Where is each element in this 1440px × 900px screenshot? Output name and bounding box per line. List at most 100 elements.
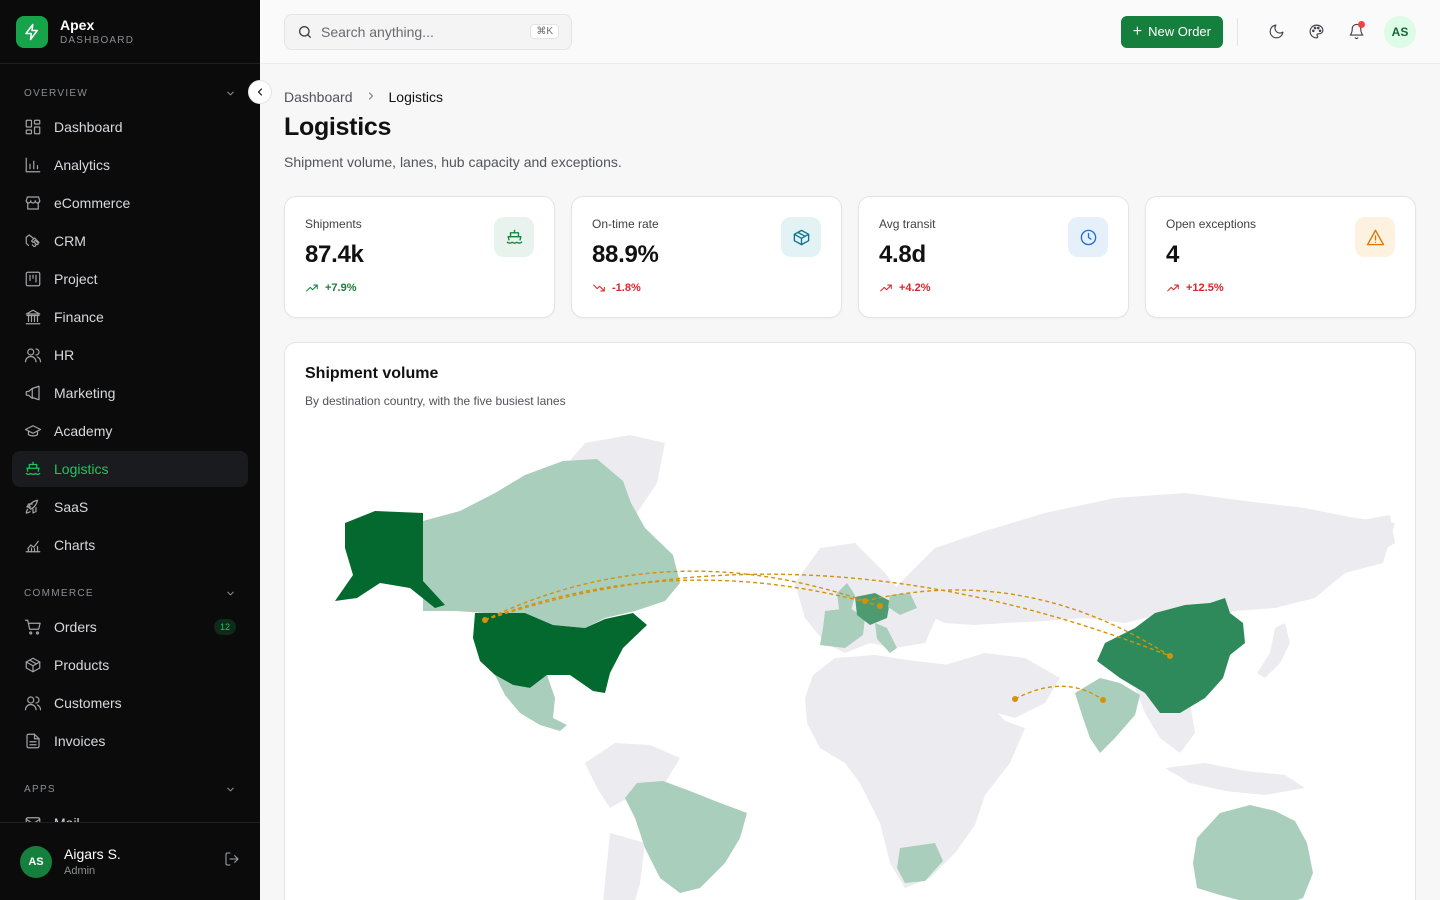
sidebar-item-project[interactable]: Project <box>12 261 248 297</box>
sidebar-item-label: Dashboard <box>54 119 123 135</box>
notification-dot <box>1358 20 1365 28</box>
sidebar-item-invoices[interactable]: Invoices <box>12 723 248 759</box>
sidebar-item-mail[interactable]: Mail <box>12 805 248 822</box>
sidebar-item-label: Logistics <box>54 461 109 477</box>
sidebar-item-label: Finance <box>54 309 104 325</box>
sidebar-section-commerce[interactable]: COMMERCE <box>12 583 248 603</box>
ship-icon <box>25 461 41 475</box>
header-avatar[interactable]: AS <box>1384 15 1416 48</box>
main-content: Dashboard Logistics Logistics Shipment v… <box>284 64 1416 900</box>
trend-up-icon <box>880 284 892 292</box>
sidebar-item-analytics[interactable]: Analytics <box>12 147 248 183</box>
palette-icon <box>1309 24 1323 39</box>
logout-icon[interactable] <box>224 851 240 872</box>
graduation-cap-icon <box>24 425 42 437</box>
user-profile[interactable]: AS Aigars S. Admin <box>0 822 260 900</box>
sidebar-item-logistics[interactable]: Logistics <box>12 451 248 487</box>
page-title: Logistics <box>284 113 392 141</box>
map-subtitle: By destination country, with the five bu… <box>305 394 566 408</box>
map-title: Shipment volume <box>305 365 439 382</box>
sidebar-item-products[interactable]: Products <box>12 647 248 683</box>
sidebar-item-hr[interactable]: HR <box>12 337 248 373</box>
notifications-button[interactable] <box>1340 16 1372 48</box>
theme-toggle-button[interactable] <box>1260 16 1292 48</box>
breadcrumb: Dashboard Logistics <box>284 89 1416 105</box>
collapse-sidebar-button[interactable] <box>248 80 272 104</box>
sidebar-section-apps[interactable]: APPS <box>12 779 248 799</box>
sidebar-item-academy[interactable]: Academy <box>12 413 248 449</box>
sidebar-item-customers[interactable]: Customers <box>12 685 248 721</box>
sidebar-item-finance[interactable]: Finance <box>12 299 248 335</box>
sidebar-item-label: HR <box>54 347 75 363</box>
kpi-row: Shipments 87.4k +7.9% On-time rate 88.9% -1.8… <box>284 196 1416 318</box>
top-bar: ⌘K + New Order AS <box>260 0 1440 64</box>
ship-icon <box>506 229 522 244</box>
bar-chart-icon <box>25 157 41 173</box>
kpi-delta: +12.5% <box>1166 281 1395 295</box>
sidebar-nav: OVERVIEW Dashboard Analytics eCommerce CRM Pr… <box>0 64 260 822</box>
hub-germany <box>862 598 868 604</box>
sidebar-item-label: Analytics <box>54 157 111 173</box>
chevron-left-icon <box>257 88 263 96</box>
breadcrumb-dashboard[interactable]: Dashboard <box>284 89 353 105</box>
search-box[interactable]: ⌘K <box>284 13 572 50</box>
new-order-button[interactable]: + New Order <box>1120 15 1223 48</box>
sidebar-item-label: eCommerce <box>54 195 131 211</box>
kpi-card-open-exceptions: Open exceptions 4 +12.5% <box>1145 196 1416 318</box>
kpi-delta-value: +12.5% <box>1186 282 1224 294</box>
chevron-down-icon <box>227 591 234 595</box>
chevron-right-icon <box>365 90 377 105</box>
divider <box>1237 17 1238 46</box>
chevron-down-icon <box>227 91 234 95</box>
kanban-icon <box>25 271 41 287</box>
users-icon <box>24 696 42 711</box>
sidebar-item-label: Charts <box>54 537 96 553</box>
country-india <box>1075 678 1140 753</box>
kpi-icon-badge <box>494 217 534 257</box>
brand[interactable]: Apex DASHBOARD <box>0 0 260 64</box>
trend-up-icon <box>306 284 318 292</box>
sidebar-item-label: Marketing <box>54 385 116 401</box>
users-icon <box>24 348 42 363</box>
country-south-africa <box>897 843 943 883</box>
kpi-delta: +7.9% <box>305 281 534 295</box>
sidebar-item-dashboard[interactable]: Dashboard <box>12 109 248 145</box>
bolt-icon <box>16 15 48 48</box>
trend-up-icon <box>1167 284 1179 292</box>
sidebar-section-overview[interactable]: OVERVIEW <box>12 83 248 103</box>
sidebar-item-orders[interactable]: Orders 12 <box>12 609 248 645</box>
south-america-south <box>603 833 645 900</box>
kpi-card-shipments: Shipments 87.4k +7.9% <box>284 196 555 318</box>
russia <box>895 493 1395 625</box>
sidebar-item-saas[interactable]: SaaS <box>12 489 248 525</box>
kpi-icon-badge <box>1068 217 1108 257</box>
sidebar-item-marketing[interactable]: Marketing <box>12 375 248 411</box>
search-shortcut: ⌘K <box>530 24 559 39</box>
section-title: COMMERCE <box>24 587 94 599</box>
kpi-delta: +4.2% <box>879 281 1108 295</box>
hub-uae <box>1012 696 1018 702</box>
search-icon <box>299 25 311 38</box>
sidebar-item-crm[interactable]: CRM <box>12 223 248 259</box>
hub-usa <box>482 617 488 623</box>
rocket-icon <box>25 499 39 514</box>
kpi-icon-badge <box>1355 217 1395 257</box>
sidebar-item-ecommerce[interactable]: eCommerce <box>12 185 248 221</box>
package-icon <box>25 657 41 673</box>
trend-down-icon <box>593 284 605 292</box>
kpi-delta-value: -1.8% <box>612 282 641 294</box>
chart-line-icon <box>25 540 41 553</box>
indonesia <box>1165 763 1305 795</box>
search-input[interactable] <box>321 23 531 40</box>
palette-button[interactable] <box>1300 16 1332 48</box>
sidebar-item-label: Project <box>54 271 98 287</box>
sidebar-item-label: Orders <box>54 619 97 635</box>
brand-name: Apex <box>60 17 95 33</box>
sidebar-item-charts[interactable]: Charts <box>12 527 248 563</box>
user-role: Admin <box>64 865 96 877</box>
cart-icon <box>24 619 41 635</box>
sidebar-item-label: Academy <box>54 423 113 439</box>
kpi-icon-badge <box>781 217 821 257</box>
kpi-card-on-time-rate: On-time rate 88.9% -1.8% <box>571 196 842 318</box>
chevron-down-icon <box>227 787 234 791</box>
